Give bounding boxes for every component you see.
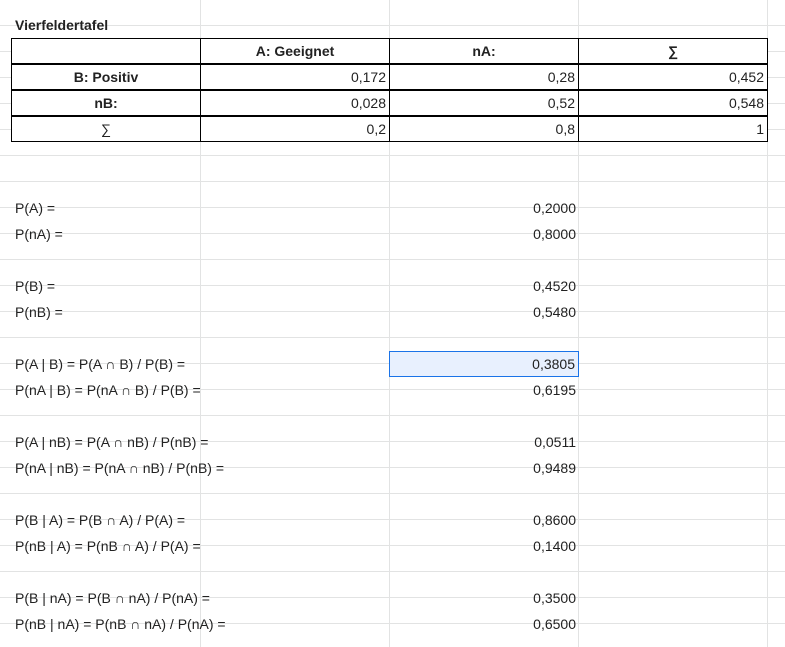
table-cell-na-nb[interactable]: 0,52 <box>389 90 579 116</box>
table-cell-na-b[interactable]: 0,28 <box>389 64 579 90</box>
formula-label-p-na-given-b[interactable]: P(nA | B) = P(nA ∩ B) / P(B) = <box>11 377 389 403</box>
formula-value-p-a-given-nb[interactable]: 0,0511 <box>389 429 579 455</box>
formula-value-p-b[interactable]: 0,4520 <box>389 273 579 299</box>
formula-value-p-a-given-b-selected[interactable]: 0,3805 <box>389 351 579 377</box>
formula-label-p-na[interactable]: P(nA) = <box>11 221 389 247</box>
table-row-label-b[interactable]: B: Positiv <box>11 64 201 90</box>
formula-value-p-na-given-b[interactable]: 0,6195 <box>389 377 579 403</box>
spreadsheet-grid[interactable]: Vierfeldertafel A: Geeignet nA: ∑ B: Pos… <box>0 0 785 647</box>
table-cell-na-sum[interactable]: 0,8 <box>389 116 579 142</box>
formula-value-p-nb[interactable]: 0,5480 <box>389 299 579 325</box>
table-cell-total[interactable]: 1 <box>578 116 768 142</box>
formula-label-p-nb-given-a[interactable]: P(nB | A) = P(nB ∩ A) / P(A) = <box>11 533 389 559</box>
table-cell-a-sum[interactable]: 0,2 <box>200 116 390 142</box>
table-header-corner[interactable] <box>11 38 201 64</box>
formula-label-p-b[interactable]: P(B) = <box>11 273 389 299</box>
table-header-sum[interactable]: ∑ <box>578 38 768 64</box>
formula-value-p-nb-given-a[interactable]: 0,1400 <box>389 533 579 559</box>
table-row-label-sum[interactable]: ∑ <box>11 116 201 142</box>
formula-label-p-b-given-na[interactable]: P(B | nA) = P(B ∩ nA) / P(nA) = <box>11 585 389 611</box>
formula-label-p-na-given-nb[interactable]: P(nA | nB) = P(nA ∩ nB) / P(nB) = <box>11 455 389 481</box>
formula-label-p-b-given-a[interactable]: P(B | A) = P(B ∩ A) / P(A) = <box>11 507 389 533</box>
formula-label-p-nb-given-na[interactable]: P(nB | nA) = P(nB ∩ nA) / P(nA) = <box>11 611 389 637</box>
sheet-title: Vierfeldertafel <box>15 17 109 33</box>
formula-label-p-nb[interactable]: P(nB) = <box>11 299 389 325</box>
formula-label-p-a[interactable]: P(A) = <box>11 195 389 221</box>
formula-value-p-a[interactable]: 0,2000 <box>389 195 579 221</box>
formula-label-p-a-given-b[interactable]: P(A | B) = P(A ∩ B) / P(B) = <box>11 351 389 377</box>
formula-value-p-na-given-nb[interactable]: 0,9489 <box>389 455 579 481</box>
formula-value-p-nb-given-na[interactable]: 0,6500 <box>389 611 579 637</box>
formula-label-p-a-given-nb[interactable]: P(A | nB) = P(A ∩ nB) / P(nB) = <box>11 429 389 455</box>
cell-title[interactable]: Vierfeldertafel <box>11 12 201 38</box>
formula-value-p-b-given-na[interactable]: 0,3500 <box>389 585 579 611</box>
table-row-label-nb[interactable]: nB: <box>11 90 201 116</box>
table-header-na[interactable]: nA: <box>389 38 579 64</box>
table-cell-sum-b[interactable]: 0,452 <box>578 64 768 90</box>
table-cell-a-b[interactable]: 0,172 <box>200 64 390 90</box>
table-cell-sum-nb[interactable]: 0,548 <box>578 90 768 116</box>
formula-value-p-b-given-a[interactable]: 0,8600 <box>389 507 579 533</box>
table-cell-a-nb[interactable]: 0,028 <box>200 90 390 116</box>
formula-value-p-na[interactable]: 0,8000 <box>389 221 579 247</box>
table-header-a[interactable]: A: Geeignet <box>200 38 390 64</box>
